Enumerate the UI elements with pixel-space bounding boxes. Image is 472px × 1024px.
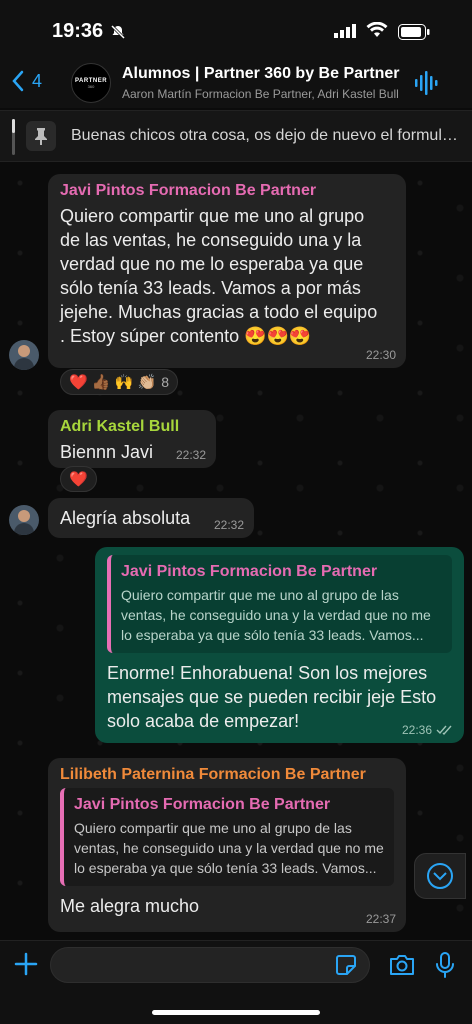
back-button[interactable]: 4: [12, 70, 42, 92]
message-sender: Javi Pintos Formacion Be Partner: [60, 182, 317, 199]
message-bubble[interactable]: Javi Pintos Formacion Be Partner Quiero …: [48, 174, 406, 368]
attach-plus-icon[interactable]: [13, 951, 39, 982]
message-text: Enorme! Enhorabuena! Son los mejores men…: [107, 663, 437, 731]
scroll-to-bottom-button[interactable]: [414, 853, 466, 899]
quoted-text: Quiero compartir que me uno al grupo de …: [74, 820, 384, 876]
sender-avatar[interactable]: [9, 505, 39, 535]
message-time: 22:37: [365, 912, 396, 926]
reaction-emojis: ❤️: [69, 471, 88, 488]
message-bubble[interactable]: Adri Kastel Bull Biennn Javi 22:32: [48, 410, 216, 468]
microphone-icon[interactable]: [435, 951, 455, 984]
chat-area[interactable]: Javi Pintos Formacion Be Partner Quiero …: [0, 163, 472, 940]
quoted-sender: Javi Pintos Formacion Be Partner: [121, 563, 378, 580]
group-avatar-sub: 360: [87, 83, 95, 89]
group-title[interactable]: Alumnos | Partner 360 by Be Partner: [122, 65, 404, 83]
message-text: Quiero compartir que me uno al grupo de …: [60, 206, 378, 346]
pinned-message-text: Buenas chicos otra cosa, os dejo de nuev…: [71, 127, 463, 144]
sticker-icon[interactable]: [335, 954, 357, 981]
message-reactions[interactable]: ❤️ 👍🏾 🙌 👏🏼 8: [60, 369, 179, 395]
message-bubble[interactable]: Alegría absoluta 22:32: [48, 498, 254, 538]
group-members[interactable]: Aaron Martín Formacion Be Partner, Adri …: [122, 87, 404, 101]
quoted-message[interactable]: Javi Pintos Formacion Be Partner Quiero …: [60, 788, 394, 886]
status-bar: 19:36: [0, 0, 472, 58]
pinned-indicator: [12, 119, 15, 155]
reaction-count: 8: [161, 374, 170, 390]
message-sender: Adri Kastel Bull: [60, 418, 180, 435]
quoted-text: Quiero compartir que me uno al grupo de …: [121, 587, 431, 643]
camera-icon[interactable]: [388, 953, 416, 982]
quoted-sender: Javi Pintos Formacion Be Partner: [74, 796, 331, 813]
muted-bell-icon: [110, 24, 126, 45]
pinned-message-bar[interactable]: Buenas chicos otra cosa, os dejo de nuev…: [0, 110, 472, 162]
message-meta: 22:32: [214, 518, 244, 532]
message-sender: Lilibeth Paternina Formacion Be Partner: [60, 766, 366, 783]
message-input[interactable]: [50, 947, 370, 983]
message-time: 22:36: [401, 723, 432, 737]
audio-call-icon[interactable]: [414, 70, 438, 101]
quoted-message[interactable]: Javi Pintos Formacion Be Partner Quiero …: [107, 555, 452, 653]
message-time: 22:30: [365, 348, 396, 362]
unread-count: 4: [32, 70, 43, 91]
sender-avatar[interactable]: [9, 340, 39, 370]
message-meta: 22:37: [366, 912, 396, 926]
home-indicator: [152, 1010, 320, 1015]
reaction-emojis: ❤️ 👍🏾 🙌 👏🏼: [69, 374, 157, 391]
message-time: 22:32: [213, 518, 244, 532]
cellular-signal-icon: [334, 24, 358, 43]
chevron-down-icon: [427, 863, 453, 889]
wifi-icon: [366, 21, 388, 43]
group-avatar[interactable]: PARTNER 360: [71, 63, 111, 103]
chat-header: 4 PARTNER 360 Alumnos | Partner 360 by B…: [0, 58, 472, 108]
message-bubble[interactable]: Lilibeth Paternina Formacion Be Partner …: [48, 758, 406, 932]
battery-icon: [398, 24, 430, 45]
message-reactions[interactable]: ❤️: [60, 466, 97, 492]
message-time: 22:32: [175, 448, 206, 462]
message-meta: 22:30: [366, 348, 396, 362]
message-meta: 22:32: [176, 448, 206, 462]
pin-icon: [26, 121, 56, 151]
chevron-left-icon: [12, 70, 24, 92]
read-checkmarks-icon: [436, 725, 452, 736]
status-time: 19:36: [52, 20, 104, 42]
message-text: Me alegra mucho: [60, 896, 200, 916]
message-meta: 22:36: [402, 723, 454, 737]
message-bubble-outgoing[interactable]: Javi Pintos Formacion Be Partner Quiero …: [95, 547, 464, 743]
